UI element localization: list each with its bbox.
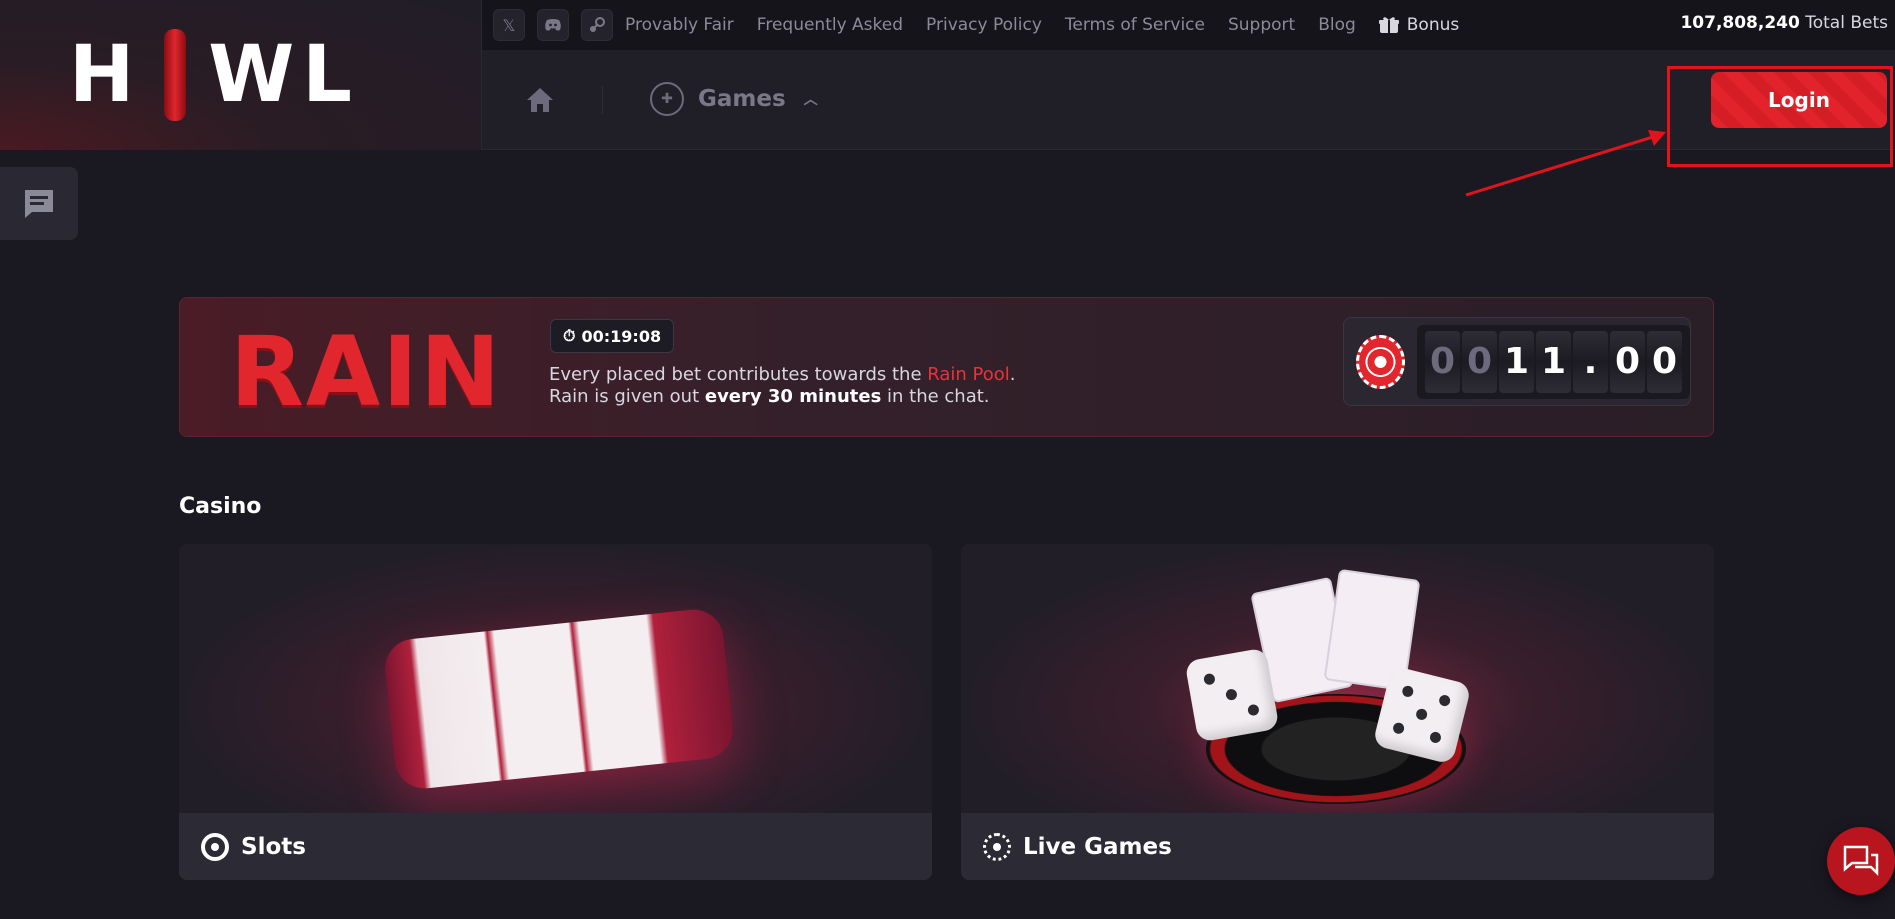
chat-icon [25, 189, 53, 218]
rain-pool-link[interactable]: Rain Pool [927, 364, 1010, 385]
support-chat-button[interactable] [1827, 827, 1895, 895]
logo-bar [164, 29, 187, 121]
logo-text-right: WL [208, 30, 361, 120]
slots-card[interactable]: Slots [179, 544, 932, 880]
rain-timer-value: 00:19:08 [581, 326, 662, 346]
pool-digit: 0 [1647, 330, 1682, 393]
link-support[interactable]: Support [1228, 15, 1295, 35]
rain-line2-bold: every 30 minutes [704, 386, 882, 407]
steam-icon[interactable] [581, 9, 613, 41]
pool-digits: 0 0 1 1 . 0 0 [1417, 324, 1690, 399]
rain-banner: RAIN ⏱ 00:19:08 Every placed bet contrib… [179, 297, 1714, 437]
x-icon[interactable]: 𝕏 [493, 9, 525, 41]
bonus-link[interactable]: Bonus [1378, 15, 1460, 35]
annotation-highlight-box [1667, 66, 1893, 167]
howl-logo[interactable]: H WL [69, 29, 360, 121]
pool-digit: 1 [1499, 330, 1534, 393]
slots-label: Slots [241, 833, 306, 860]
gift-icon [1378, 17, 1399, 33]
logo-panel[interactable]: H WL [0, 0, 482, 150]
rain-line2-prefix: Rain is given out [549, 386, 705, 407]
nav-divider [602, 86, 603, 114]
chevron-up-icon: ︿ [803, 92, 818, 108]
rain-title: RAIN [230, 316, 503, 428]
pool-digit: 0 [1462, 330, 1497, 393]
rain-pool-counter: 0 0 1 1 . 0 0 [1343, 317, 1691, 406]
gamepad-icon: ✚ [650, 82, 684, 116]
live-games-card[interactable]: Live Games [961, 544, 1714, 880]
support-chat-icon [1843, 845, 1879, 877]
slot-machine-illustration [382, 606, 736, 792]
casino-section-title: Casino [179, 494, 262, 519]
slots-card-footer: Slots [179, 813, 932, 880]
dice-illustration [1184, 647, 1280, 743]
total-bets-value: 107,808,240 [1680, 13, 1800, 33]
slots-icon [201, 832, 229, 861]
total-bets-label: Total Bets [1805, 13, 1888, 33]
rain-line1-suffix: . [1009, 364, 1016, 385]
pool-digit: 0 [1610, 330, 1645, 393]
bonus-label: Bonus [1406, 15, 1460, 35]
discord-icon[interactable] [537, 9, 569, 41]
logo-text-left: H [68, 30, 143, 120]
pool-digit: 1 [1536, 330, 1571, 393]
top-bar: 𝕏 Provably Fair Frequently Asked Privacy… [482, 0, 1895, 50]
link-privacy-policy[interactable]: Privacy Policy [926, 15, 1042, 35]
pool-digit: . [1573, 330, 1608, 393]
link-faq[interactable]: Frequently Asked [757, 15, 903, 35]
link-blog[interactable]: Blog [1318, 15, 1356, 35]
chips-icon [1356, 334, 1405, 389]
rain-line2-suffix: in the chat. [881, 386, 990, 407]
link-terms[interactable]: Terms of Service [1065, 15, 1205, 35]
games-menu-button[interactable]: ✚ Games ︿ [650, 82, 818, 116]
annotation-arrow [1465, 130, 1666, 197]
home-icon[interactable] [524, 84, 556, 116]
live-games-icon [983, 832, 1011, 861]
live-games-artwork [961, 544, 1714, 813]
live-games-card-footer: Live Games [961, 813, 1714, 880]
rain-description: Every placed bet contributes towards the… [549, 364, 1016, 408]
rain-timer: ⏱ 00:19:08 [550, 319, 675, 353]
live-games-label: Live Games [1023, 833, 1172, 860]
link-provably-fair[interactable]: Provably Fair [625, 15, 734, 35]
total-bets: 107,808,240 Total Bets [1680, 13, 1888, 33]
pool-digit: 0 [1425, 330, 1460, 393]
games-label: Games [698, 86, 786, 112]
clock-icon: ⏱ [563, 326, 576, 345]
chat-toggle-button[interactable] [0, 167, 78, 240]
rain-line1-prefix: Every placed bet contributes towards the [549, 364, 928, 385]
slots-artwork [179, 544, 932, 813]
